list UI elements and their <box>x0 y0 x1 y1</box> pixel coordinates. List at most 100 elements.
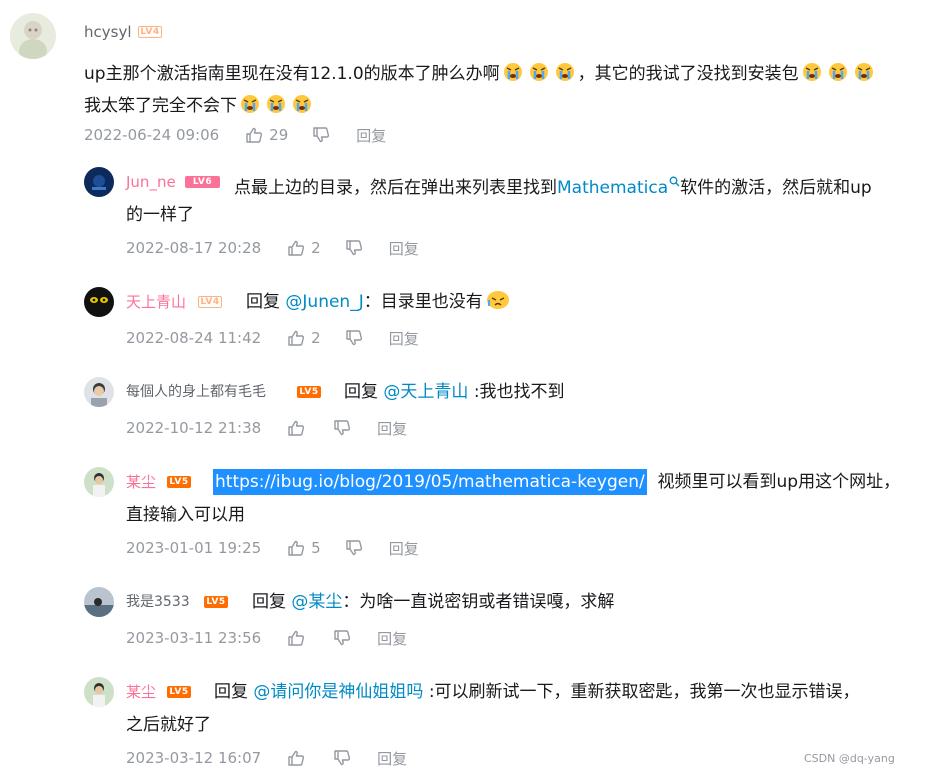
like-button[interactable] <box>287 629 311 647</box>
reply-content: 点最上边的目录，然后在弹出来列表里找到Mathematica 软件的激活，然后就和… <box>234 166 929 204</box>
reply-content: 回复 @Junen_J：目录里也没有 <box>246 286 513 318</box>
reply-button[interactable]: 回复 <box>377 748 407 769</box>
avatar[interactable] <box>10 13 56 59</box>
crying-emoji-icon <box>503 61 523 81</box>
reply-content-line2: 之后就好了 <box>126 715 211 735</box>
avatar[interactable] <box>84 467 114 497</box>
thumbs-down-icon <box>334 420 351 436</box>
username[interactable]: 某尘 <box>126 682 156 702</box>
thumbs-up-icon <box>288 630 305 646</box>
thumbs-up-icon <box>288 750 305 766</box>
level-badge: LV5 <box>167 686 191 698</box>
crying-emoji-icon <box>828 61 848 81</box>
avatar[interactable] <box>84 587 114 617</box>
thumbs-up-icon <box>288 540 305 556</box>
level-badge: LV6 <box>185 176 220 188</box>
thumbs-down-icon <box>334 750 351 766</box>
crying-emoji-icon <box>240 93 260 113</box>
crying-emoji-icon <box>555 61 575 81</box>
sad-emoji-icon <box>486 288 510 310</box>
watermark: CSDN @dq-yang <box>804 752 895 765</box>
avatar[interactable] <box>84 677 114 707</box>
mention-link[interactable]: @某尘 <box>291 592 342 612</box>
reply-button[interactable]: 回复 <box>377 418 407 439</box>
dislike-button[interactable] <box>345 239 363 257</box>
username[interactable]: 某尘 <box>126 472 156 492</box>
username[interactable]: 每個人的身上都有毛毛 <box>126 382 266 402</box>
like-button[interactable]: 2 <box>287 329 321 347</box>
username[interactable]: hcysyl <box>84 22 132 42</box>
reply-button[interactable]: 回复 <box>377 628 407 649</box>
thumbs-up-icon <box>288 240 305 256</box>
crying-emoji-icon <box>529 61 549 81</box>
avatar[interactable] <box>84 167 114 197</box>
mention-link[interactable]: @Junen_J <box>285 292 363 312</box>
level-badge: LV4 <box>138 26 162 38</box>
like-button[interactable]: 2 <box>287 239 321 257</box>
reply-content: 回复 @请问你是神仙姐姐吗 :可以刷新试一下，重新获取密匙，我第一次也显示错误， <box>214 682 860 702</box>
reply-button[interactable]: 回复 <box>389 238 419 259</box>
reply-meta: 2022-08-24 11:42 2 回复 <box>126 327 419 349</box>
level-badge: LV5 <box>167 476 191 488</box>
dislike-button[interactable] <box>333 629 351 647</box>
timestamp: 2022-08-24 11:42 <box>126 329 262 347</box>
reply-content-line2: 直接输入可以用 <box>126 505 245 525</box>
timestamp: 2023-03-11 23:56 <box>126 629 262 647</box>
username[interactable]: 天上青山 <box>126 292 186 312</box>
thumbs-down-icon <box>313 127 330 143</box>
mention-link[interactable]: @请问你是神仙姐姐吗 <box>253 682 423 702</box>
thumbs-up-icon <box>288 420 305 436</box>
crying-emoji-icon <box>266 93 286 113</box>
dislike-button[interactable] <box>312 126 330 144</box>
dislike-button[interactable] <box>345 329 363 347</box>
thumbs-down-icon <box>346 540 362 556</box>
like-button[interactable]: 29 <box>245 126 288 144</box>
dislike-button[interactable] <box>333 749 351 767</box>
level-badge: LV5 <box>297 386 321 398</box>
timestamp: 2022-08-17 20:28 <box>126 239 262 257</box>
mention-link[interactable]: @天上青山 <box>383 382 468 402</box>
reply-meta: 2022-10-12 21:38 回复 <box>126 417 407 439</box>
reply-meta: 2022-08-17 20:28 2 回复 <box>126 237 419 259</box>
timestamp: 2023-03-12 16:07 <box>126 749 262 767</box>
dislike-button[interactable] <box>333 419 351 437</box>
timestamp: 2023-01-01 19:25 <box>126 539 262 557</box>
thumbs-down-icon <box>334 630 351 646</box>
reply-content: https://ibug.io/blog/2019/05/mathematica… <box>213 466 929 498</box>
level-badge: LV5 <box>204 596 228 608</box>
level-badge: LV4 <box>198 296 222 308</box>
username[interactable]: 我是3533 <box>126 592 190 612</box>
like-count: 2 <box>311 329 321 347</box>
reply-content: 回复 @天上青山 :我也找不到 <box>344 382 565 402</box>
keygen-url-link[interactable]: https://ibug.io/blog/2019/05/mathematica… <box>213 469 647 495</box>
like-button[interactable] <box>287 749 311 767</box>
like-count: 5 <box>311 539 321 557</box>
timestamp: 2022-10-12 21:38 <box>126 419 262 437</box>
reply-button[interactable]: 回复 <box>389 538 419 559</box>
comment-content: up主那个激活指南里现在没有12.1.0的版本了肿么办啊 ，其它的我试了没找到安装… <box>84 58 929 122</box>
thumbs-up-icon <box>288 330 305 346</box>
like-button[interactable] <box>287 419 311 437</box>
reply-content: 回复 @某尘：为啥一直说密钥或者错误嘎，求解 <box>252 592 615 612</box>
thumbs-down-icon <box>346 240 362 256</box>
reply-meta: 2023-03-12 16:07 回复 <box>126 747 407 769</box>
mathematica-link[interactable]: Mathematica <box>557 178 668 198</box>
search-icon <box>669 166 680 187</box>
crying-emoji-icon <box>854 61 874 81</box>
timestamp: 2022-06-24 09:06 <box>84 126 220 144</box>
reply-meta: 2023-01-01 19:25 5 回复 <box>126 537 419 559</box>
reply-content-line2: 的一样了 <box>126 205 194 225</box>
comment-meta: 2022-06-24 09:06 29 回复 <box>84 124 386 146</box>
like-button[interactable]: 5 <box>287 539 321 557</box>
crying-emoji-icon <box>292 93 312 113</box>
username[interactable]: Jun_ne <box>126 172 176 192</box>
like-count: 2 <box>311 239 321 257</box>
reply-button[interactable]: 回复 <box>356 125 386 146</box>
reply-button[interactable]: 回复 <box>389 328 419 349</box>
like-count: 29 <box>269 126 289 144</box>
thumbs-up-icon <box>246 127 263 143</box>
dislike-button[interactable] <box>345 539 363 557</box>
avatar[interactable] <box>84 377 114 407</box>
reply-meta: 2023-03-11 23:56 回复 <box>126 627 407 649</box>
avatar[interactable] <box>84 287 114 317</box>
